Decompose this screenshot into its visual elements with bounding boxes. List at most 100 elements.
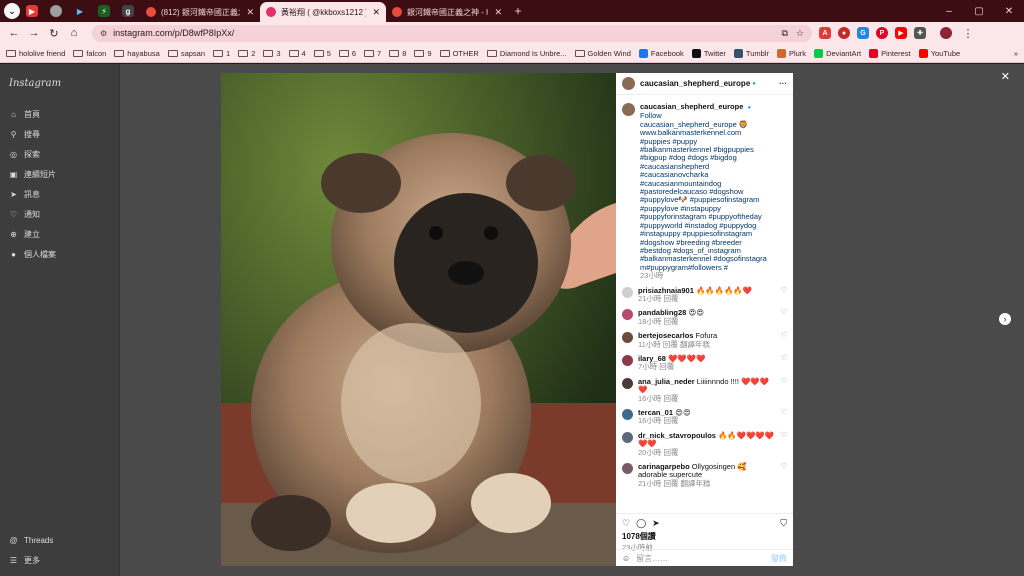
bookmark-item[interactable]: YouTube: [918, 48, 960, 58]
bookmark-item[interactable]: Twitter: [691, 48, 726, 58]
comment-icon[interactable]: ◯: [636, 518, 646, 529]
extension-pinterest-icon[interactable]: P: [876, 27, 888, 39]
bookmark-item[interactable]: Facebook: [638, 48, 684, 58]
reply-button[interactable]: 回覆: [663, 317, 678, 326]
avatar[interactable]: [622, 377, 633, 389]
tab-3[interactable]: 銀河鐵帝國正義之神 - ha ^hu ✕: [386, 2, 508, 22]
extension-record-icon[interactable]: ●: [838, 27, 850, 39]
reply-button[interactable]: 回覆: [663, 294, 678, 303]
pinned-tab-5[interactable]: g: [116, 0, 140, 22]
avatar[interactable]: [622, 332, 633, 344]
bookmark-item[interactable]: 2: [238, 49, 255, 58]
bookmark-item[interactable]: hayabusa: [114, 49, 160, 58]
avatar[interactable]: [622, 309, 633, 321]
star-icon[interactable]: ☆: [796, 28, 804, 39]
minimize-button[interactable]: –: [934, 6, 964, 17]
post-comment-button[interactable]: 發佈: [771, 553, 787, 564]
reply-button[interactable]: 回覆 翻譯年糕: [663, 479, 710, 488]
avatar[interactable]: [622, 409, 633, 420]
reload-icon[interactable]: ↻: [44, 27, 64, 40]
next-post-icon[interactable]: ›: [999, 313, 1011, 325]
sidebar-item[interactable]: ⌂ 首頁: [8, 104, 56, 124]
close-window-button[interactable]: ✕: [994, 6, 1024, 17]
bookmark-item[interactable]: DeviantArt: [814, 48, 861, 58]
instagram-logo[interactable]: Instagram: [9, 78, 61, 89]
bookmark-item[interactable]: OTHER: [439, 49, 479, 58]
comment-like-icon[interactable]: ♡: [777, 463, 787, 488]
forward-icon[interactable]: →: [24, 27, 44, 39]
home-icon[interactable]: ⌂: [64, 27, 84, 39]
site-info-icon[interactable]: ⚙: [100, 29, 107, 38]
new-tab-button[interactable]: +: [508, 4, 528, 18]
tab-search-button[interactable]: ⌄: [4, 3, 20, 19]
bookmark-item[interactable]: Tumblr: [733, 48, 769, 58]
profile-avatar-icon[interactable]: [940, 27, 952, 39]
comment-like-icon[interactable]: ♡: [777, 332, 787, 349]
bookmark-item[interactable]: 6: [338, 49, 356, 58]
comment-like-icon[interactable]: ♡: [777, 287, 787, 304]
share-icon[interactable]: ➤: [652, 518, 660, 529]
like-icon[interactable]: ♡: [622, 518, 630, 529]
pinned-tab-play[interactable]: ▶: [68, 0, 92, 22]
caption-username[interactable]: caucasian_shepherd_europe: [640, 102, 743, 111]
sidebar-item[interactable]: ▣ 連續短片: [8, 164, 56, 184]
sidebar-item[interactable]: ⊕ 建立: [8, 224, 56, 244]
comments-scroll[interactable]: caucasian_shepherd_europe ● Follow cauca…: [616, 97, 793, 511]
bookmark-item[interactable]: 4: [288, 49, 306, 58]
bookmark-item[interactable]: 5: [313, 49, 331, 58]
extensions-puzzle-icon[interactable]: ✚: [914, 27, 926, 39]
pinned-tab-youtube[interactable]: ▶: [20, 0, 44, 22]
close-icon[interactable]: ✕: [1001, 70, 1010, 83]
avatar[interactable]: [622, 103, 635, 116]
avatar[interactable]: [622, 463, 633, 475]
comment-like-icon[interactable]: ♡: [777, 309, 787, 326]
reply-button[interactable]: 回覆: [659, 362, 674, 371]
bookmark-item[interactable]: falcon: [73, 49, 106, 58]
comment-like-icon[interactable]: ♡: [777, 432, 787, 457]
avatar[interactable]: [622, 286, 633, 298]
comment-input[interactable]: 留言……: [636, 553, 668, 564]
sidebar-item[interactable]: ➤ 訊息: [8, 184, 56, 204]
sidebar-item[interactable]: @ Threads: [8, 530, 53, 550]
bookmark-item[interactable]: 3: [263, 49, 281, 58]
close-icon[interactable]: ✕: [494, 7, 502, 18]
avatar[interactable]: [622, 77, 635, 90]
avatar[interactable]: [622, 354, 633, 366]
bookmarks-more-icon[interactable]: »: [1014, 49, 1024, 58]
sidebar-item[interactable]: ♡ 通知: [8, 204, 56, 224]
reply-button[interactable]: 回覆 翻譯年糕: [663, 340, 710, 349]
reply-button[interactable]: 回覆: [663, 448, 678, 457]
maximize-button[interactable]: ▢: [964, 6, 994, 17]
comment-like-icon[interactable]: ♡: [777, 409, 787, 426]
extension-youtube-icon[interactable]: ▶: [895, 27, 907, 39]
reply-button[interactable]: 回覆: [663, 416, 678, 425]
bookmark-item[interactable]: Golden Wind: [574, 49, 631, 58]
more-options-icon[interactable]: ···: [779, 79, 787, 88]
sidebar-item[interactable]: ☰ 更多: [8, 550, 53, 570]
open-in-app-icon[interactable]: ⧉: [781, 28, 787, 39]
sidebar-item[interactable]: ⚲ 搜尋: [8, 124, 56, 144]
pinned-tab-4[interactable]: ⚡: [92, 0, 116, 22]
close-icon[interactable]: ✕: [246, 7, 254, 18]
bookmark-item[interactable]: Pinterest: [869, 48, 911, 58]
avatar[interactable]: [622, 431, 633, 443]
tab-1[interactable]: (812) 銀河鐵帝國正義之神 · 第 ✕: [140, 2, 260, 22]
address-bar[interactable]: ⚙ instagram.com/p/D8wfP8IpXx/ ⧉ ☆: [92, 24, 812, 42]
bookmark-item[interactable]: 7: [364, 49, 381, 58]
extension-adblock-icon[interactable]: A: [819, 27, 831, 39]
tab-2-active[interactable]: 黃裕翔 ( @kkboxs1212 ) • Ins ✕: [260, 2, 386, 22]
bookmark-item[interactable]: 1: [213, 49, 230, 58]
bookmark-item[interactable]: sapsan: [167, 49, 205, 58]
close-icon[interactable]: ✕: [372, 7, 380, 18]
bookmark-item[interactable]: Diamond Is Unbre...: [486, 49, 567, 58]
reply-button[interactable]: 回覆: [663, 394, 678, 403]
back-icon[interactable]: ←: [4, 27, 24, 39]
sidebar-item[interactable]: ◎ 探索: [8, 144, 56, 164]
comment-like-icon[interactable]: ♡: [777, 378, 787, 403]
bookmark-item[interactable]: 9: [414, 49, 432, 58]
extension-translate-icon[interactable]: G: [857, 27, 869, 39]
sidebar-item[interactable]: ● 個人檔案: [8, 244, 56, 264]
bookmark-item[interactable]: Plurk: [776, 48, 806, 58]
bookmark-item[interactable]: 8: [389, 49, 406, 58]
like-count[interactable]: 1078個讚: [622, 531, 787, 542]
